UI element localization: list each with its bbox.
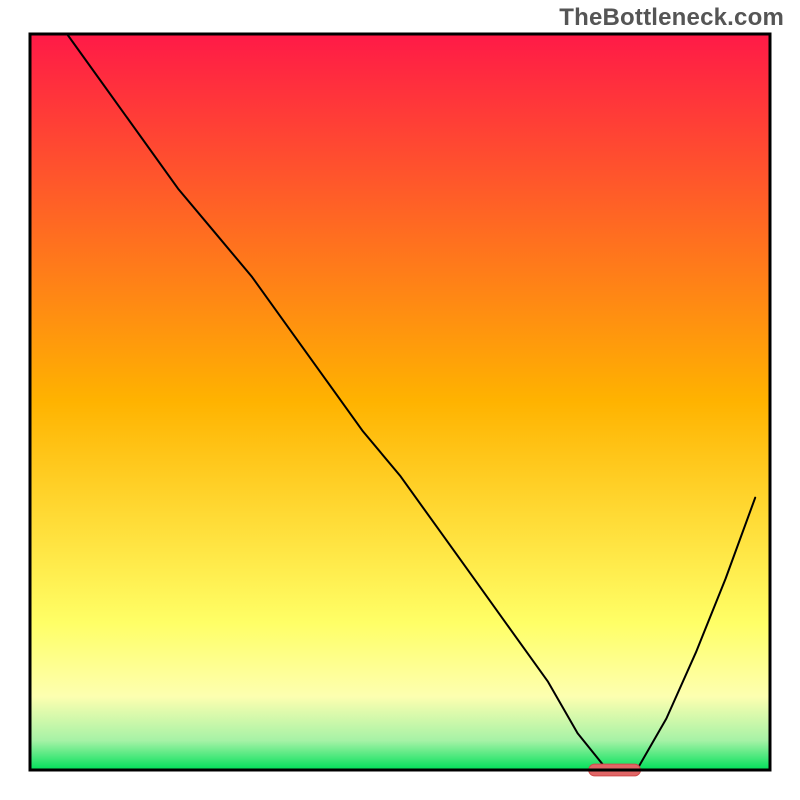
- gradient-background: [30, 34, 770, 770]
- bottleneck-chart: [0, 0, 800, 800]
- chart-container: TheBottleneck.com: [0, 0, 800, 800]
- plot-area: [30, 34, 770, 776]
- watermark-text: TheBottleneck.com: [559, 4, 784, 32]
